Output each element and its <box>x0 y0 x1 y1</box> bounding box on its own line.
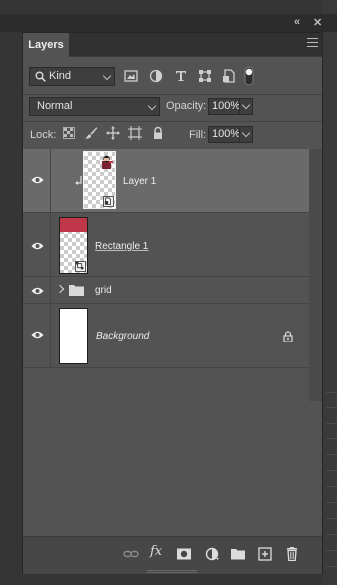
lock-icon[interactable] <box>283 331 293 342</box>
layer-row-grid[interactable]: grid <box>23 277 309 304</box>
search-icon <box>35 71 46 82</box>
blend-mode-value: Normal <box>37 100 73 112</box>
adjustment-filter-icon[interactable] <box>149 69 163 83</box>
filter-toggle-icon[interactable] <box>244 66 254 86</box>
layers-scrollbar[interactable] <box>309 149 322 401</box>
layers-action-bar: fx <box>23 536 322 574</box>
smart-object-filter-icon[interactable] <box>222 69 236 83</box>
new-group-icon[interactable] <box>230 547 246 561</box>
layer-row-rectangle-1[interactable]: Rectangle 1 <box>23 213 309 277</box>
blend-mode-select[interactable]: Normal <box>29 97 160 116</box>
link-layers-icon[interactable] <box>123 547 139 561</box>
delete-layer-icon[interactable] <box>284 547 300 562</box>
filter-kind-select[interactable]: Kind <box>29 67 115 86</box>
chevron-down-icon <box>147 101 157 111</box>
layer-thumbnail <box>83 151 116 209</box>
visibility-eye-icon[interactable] <box>31 176 44 184</box>
visibility-eye-icon[interactable] <box>31 331 44 339</box>
shape-fill-swatch <box>60 218 87 232</box>
smart-object-badge-icon <box>103 196 114 207</box>
close-icon[interactable]: ✕ <box>313 16 322 29</box>
panel-dock-bar: « ✕ <box>0 14 337 32</box>
type-filter-icon[interactable] <box>174 69 188 83</box>
adjustment-layer-icon[interactable] <box>204 547 220 561</box>
folder-icon <box>69 285 84 296</box>
hamburger-menu-icon[interactable] <box>307 38 318 50</box>
panel-tab-row: Layers <box>23 33 322 57</box>
add-mask-icon[interactable] <box>176 547 192 561</box>
layer-name[interactable]: Layer 1 <box>123 176 156 187</box>
new-layer-icon[interactable] <box>257 547 273 561</box>
layer-name[interactable]: Rectangle 1 <box>95 241 148 252</box>
opacity-label: Opacity: <box>166 100 207 112</box>
chevron-right-icon[interactable] <box>55 284 65 294</box>
layer-thumbnail <box>59 308 88 364</box>
filter-kind-label: Kind <box>49 70 72 82</box>
lock-artboard-icon[interactable] <box>128 126 142 140</box>
chevron-down-icon <box>241 128 251 138</box>
layer-row-layer-1[interactable]: Layer 1 <box>23 149 309 213</box>
fill-input[interactable]: 100% <box>208 126 240 143</box>
visibility-eye-icon[interactable] <box>31 287 44 295</box>
lock-all-icon[interactable] <box>151 126 165 140</box>
fill-slider-button[interactable] <box>239 126 253 143</box>
clipping-arrow-icon <box>75 176 82 185</box>
chevron-down-icon <box>102 71 112 81</box>
layer-row-background[interactable]: Background <box>23 304 309 368</box>
fill-label: Fill: <box>189 129 207 141</box>
shape-layer-badge-icon <box>75 261 86 272</box>
image-filter-icon[interactable] <box>124 69 138 83</box>
double-chevron-icon[interactable]: « <box>294 16 300 28</box>
layers-list: Layer 1 Rectangle 1 grid Background <box>23 149 322 401</box>
visibility-eye-icon[interactable] <box>31 242 44 250</box>
tab-layers[interactable]: Layers <box>23 33 69 57</box>
lock-label: Lock: <box>30 129 57 141</box>
chevron-down-icon <box>241 100 251 110</box>
opacity-input[interactable]: 100% <box>208 98 240 115</box>
lock-image-pixels-icon[interactable] <box>84 126 98 140</box>
opacity-slider-button[interactable] <box>239 98 253 115</box>
layer-name[interactable]: grid <box>95 285 112 296</box>
lock-position-icon[interactable] <box>106 126 120 140</box>
character-sprite-icon <box>102 155 113 169</box>
fx-icon[interactable]: fx <box>150 544 166 559</box>
shape-filter-icon[interactable] <box>198 69 212 83</box>
panel-body: Kind Normal Opacity: 100% Lock: Fill: 10… <box>23 57 322 574</box>
document-scrollbar <box>322 0 337 585</box>
layer-name[interactable]: Background <box>96 331 149 342</box>
panel-resize-grip[interactable] <box>147 570 197 573</box>
lock-transparent-pixels-icon[interactable] <box>63 127 75 139</box>
layer-thumbnail <box>59 217 88 274</box>
layers-panel: Layers Kind Normal Opacity: 100% Lock: F… <box>22 32 323 574</box>
